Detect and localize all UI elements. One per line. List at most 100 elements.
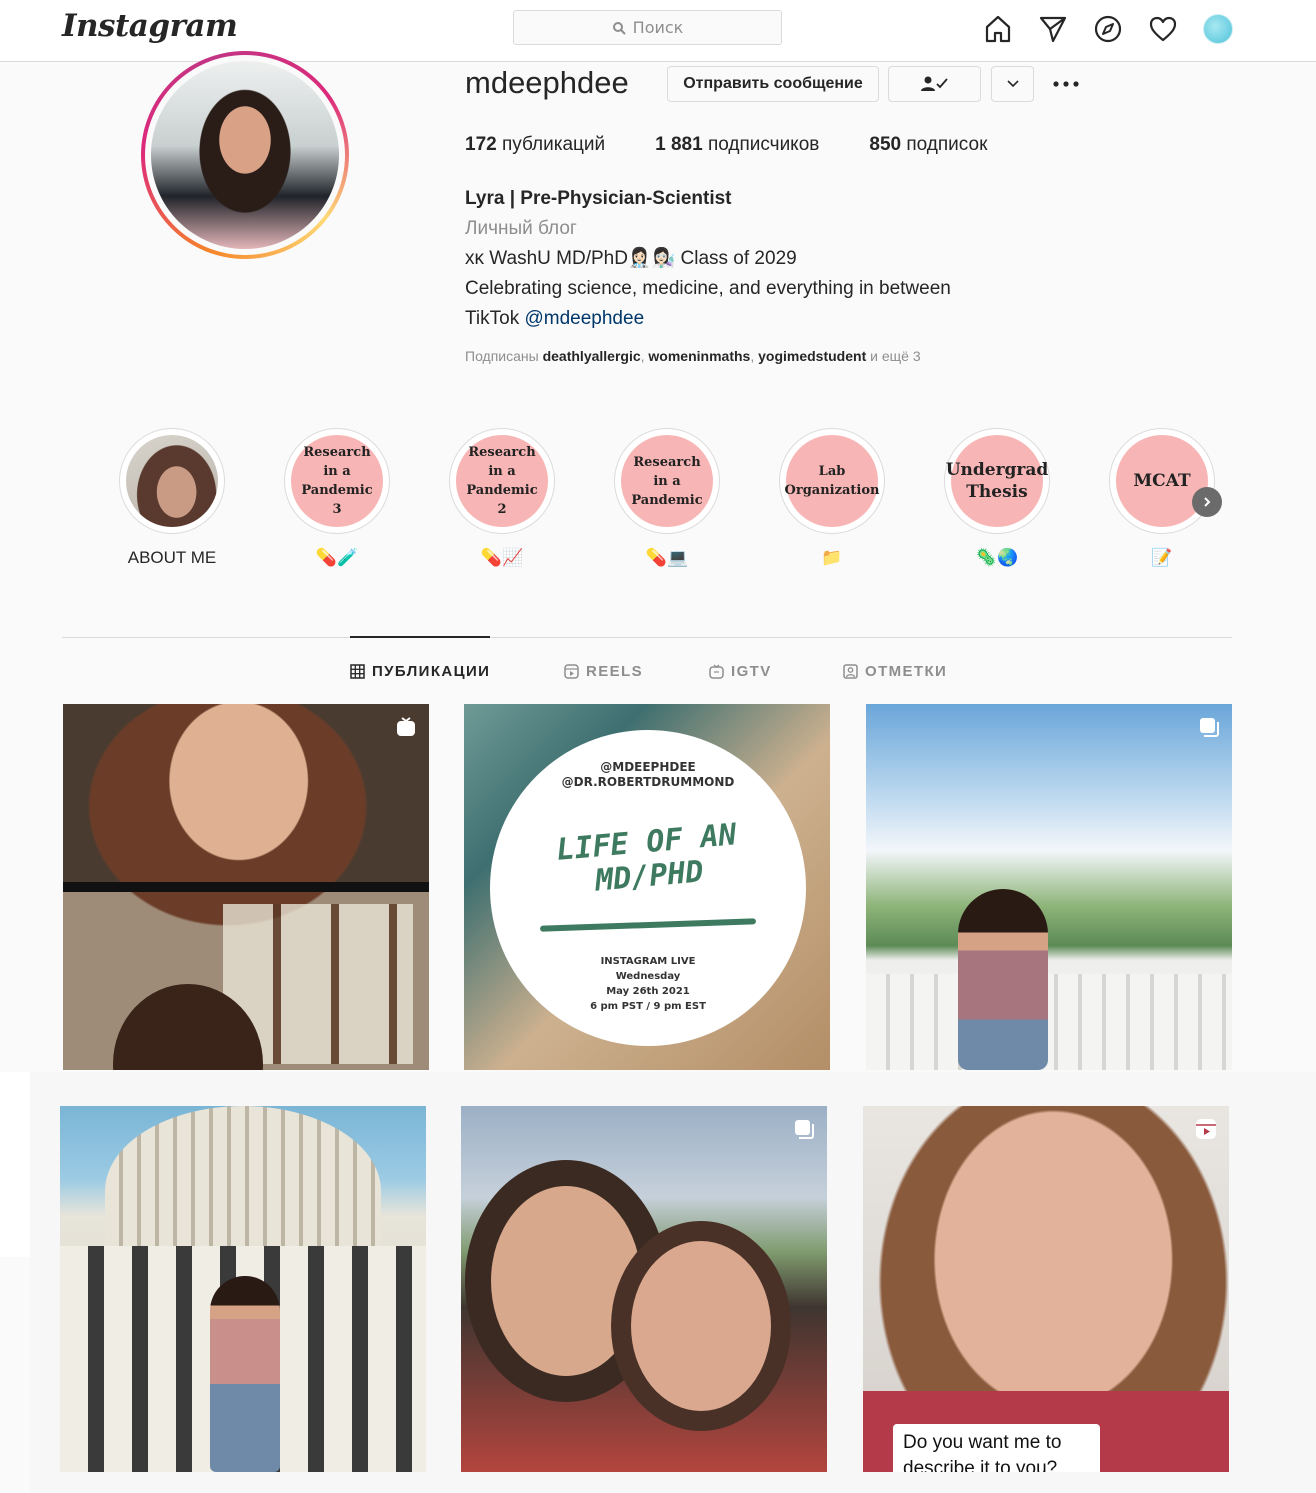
- highlight-ring: [119, 428, 225, 534]
- tab-reels[interactable]: REELS: [564, 663, 643, 680]
- highlight-ring: Lab Organization: [779, 428, 885, 534]
- post-tile[interactable]: [461, 1106, 827, 1472]
- options-button[interactable]: [1046, 70, 1086, 98]
- post-live-line: INSTAGRAM LIVE: [600, 956, 696, 967]
- highlight-undergrad-thesis[interactable]: Undergrad Thesis 🦠🌏: [942, 428, 1052, 570]
- highlight-cover: MCAT: [1116, 435, 1208, 527]
- tab-label: ПУБЛИКАЦИИ: [372, 663, 491, 680]
- bio-line: Celebrating science, medicine, and every…: [465, 278, 951, 299]
- post-tile[interactable]: @MDEEPHDEE @DR.ROBERTDRUMMOND LIFE OF AN…: [464, 704, 830, 1070]
- post-caption-overlay: Do you want me to describe it to you?: [893, 1424, 1100, 1472]
- post-brush-stroke: [539, 918, 757, 932]
- post-live-line: Wednesday: [615, 971, 681, 982]
- bio-line: xκ WashU MD/PhD👩🏻‍⚕️👩🏻‍🔬 Class of 2029: [465, 248, 797, 269]
- highlight-ring: Research in a Pandemic: [614, 428, 720, 534]
- post-tile[interactable]: [866, 704, 1232, 1070]
- following-label: подписок: [906, 134, 988, 155]
- post-tile[interactable]: Do you want me to describe it to you?: [863, 1106, 1229, 1472]
- highlight-label: 💊🧪: [315, 548, 359, 567]
- followed-by-prefix: Подписаны: [465, 348, 539, 364]
- nav-icons: [980, 11, 1236, 47]
- post-text: INSTAGRAM LIVE Wednesday May 26th 2021 6…: [490, 954, 806, 1014]
- followed-by-suffix: и ещё 3: [870, 348, 921, 364]
- followed-by-user: womeninmaths: [648, 348, 751, 364]
- followers-count: 1 881: [655, 134, 703, 155]
- post-handle: @DR.ROBERTDRUMMOND: [561, 775, 735, 789]
- post-text: @MDEEPHDEE @DR.ROBERTDRUMMOND: [490, 760, 806, 790]
- suggested-accounts-button[interactable]: [991, 66, 1034, 102]
- following-stat[interactable]: 850 подписок: [869, 134, 987, 156]
- post-tile[interactable]: [60, 1106, 426, 1472]
- followed-by[interactable]: Подписаны deathlyallergic, womeninmaths,…: [465, 348, 921, 364]
- highlight-research-pandemic-2[interactable]: Research in a Pandemic 2 💊📈: [447, 428, 557, 570]
- profile-full-name: Lyra | Pre-Physician-Scientist: [465, 188, 732, 209]
- followed-by-user: deathlyallergic: [542, 348, 641, 364]
- post-tile[interactable]: [63, 704, 429, 1070]
- highlight-label: ABOUT ME: [127, 548, 217, 567]
- highlight-ring: Research in a Pandemic 3: [284, 428, 390, 534]
- highlight-research-pandemic[interactable]: Research in a Pandemic 💊💻: [612, 428, 722, 570]
- tiktok-mention-link[interactable]: @mdeephdee: [524, 308, 644, 329]
- followers-stat[interactable]: 1 881 подписчиков: [655, 134, 819, 156]
- following-button[interactable]: [888, 66, 981, 102]
- tab-label: IGTV: [731, 663, 772, 680]
- send-message-button[interactable]: Отправить сообщение: [667, 66, 879, 102]
- tab-posts[interactable]: ПУБЛИКАЦИИ: [350, 663, 490, 680]
- post-handle: @MDEEPHDEE: [600, 760, 696, 774]
- highlights-next-button[interactable]: [1192, 487, 1222, 517]
- highlight-research-pandemic-3[interactable]: Research in a Pandemic 3 💊🧪: [282, 428, 392, 570]
- followers-label: подписчиков: [707, 134, 820, 155]
- profile-avatar-story-ring[interactable]: [141, 51, 349, 259]
- chevron-down-icon: [1006, 80, 1019, 88]
- highlight-ring: Undergrad Thesis: [944, 428, 1050, 534]
- following-count: 850: [869, 134, 902, 155]
- highlight-lab-organization[interactable]: Lab Organization 📁: [777, 428, 887, 570]
- search-input[interactable]: Поиск: [513, 10, 782, 45]
- post-image-detail: [631, 1241, 771, 1411]
- home-icon[interactable]: [980, 11, 1016, 47]
- instagram-logo[interactable]: Instagram: [62, 8, 238, 44]
- highlight-label: 💊💻: [645, 548, 689, 567]
- search-icon: [612, 21, 626, 35]
- highlight-cover: Undergrad Thesis: [946, 435, 1048, 527]
- highlight-cover: [126, 435, 218, 527]
- direct-icon[interactable]: [1035, 11, 1071, 47]
- reels-icon: [1196, 1119, 1216, 1139]
- profile-photo: [151, 61, 339, 249]
- highlight-cover: Research in a Pandemic 2: [456, 435, 548, 527]
- post-image-detail: [866, 974, 1232, 1070]
- followed-by-separator: ,: [640, 348, 645, 364]
- highlight-label: 🦠🌏: [975, 548, 1019, 567]
- reels-icon: [564, 664, 579, 679]
- posts-label: публикаций: [501, 134, 606, 155]
- avatar: [1203, 14, 1233, 44]
- highlight-ring: MCAT: [1109, 428, 1215, 534]
- tab-tagged[interactable]: ОТМЕТКИ: [843, 663, 947, 680]
- highlight-ring: Research in a Pandemic 2: [449, 428, 555, 534]
- posts-count: 172: [465, 134, 497, 155]
- profile-avatar-icon[interactable]: [1200, 11, 1236, 47]
- post-live-line: 6 pm PST / 9 pm EST: [590, 1001, 706, 1012]
- tabs-divider: [62, 637, 1232, 638]
- profile-username: mdeephdee: [465, 65, 629, 100]
- highlight-about-me[interactable]: ABOUT ME: [117, 428, 227, 570]
- post-image-detail: [210, 1276, 280, 1472]
- post-live-line: May 26th 2021: [606, 986, 690, 997]
- tab-igtv[interactable]: IGTV: [709, 663, 772, 680]
- more-dots-icon: [1053, 81, 1079, 87]
- profile-category: Личный блог: [465, 218, 577, 239]
- chevron-right-icon: [1204, 497, 1211, 507]
- tagged-icon: [843, 664, 858, 679]
- post-title: LIFE OF AN MD/PHD: [488, 812, 809, 907]
- tab-label: REELS: [586, 663, 644, 680]
- grid-icon: [350, 664, 365, 679]
- activity-heart-icon[interactable]: [1145, 11, 1181, 47]
- avatar-border: [145, 55, 345, 255]
- highlight-cover: Research in a Pandemic 3: [291, 435, 383, 527]
- post-graphic-circle: @MDEEPHDEE @DR.ROBERTDRUMMOND LIFE OF AN…: [490, 730, 806, 1046]
- highlight-label: 💊📈: [480, 548, 524, 567]
- search-placeholder: Поиск: [632, 18, 684, 37]
- bio-line: TikTok @mdeephdee: [465, 304, 951, 334]
- highlight-cover: Lab Organization: [785, 435, 879, 527]
- explore-icon[interactable]: [1090, 11, 1126, 47]
